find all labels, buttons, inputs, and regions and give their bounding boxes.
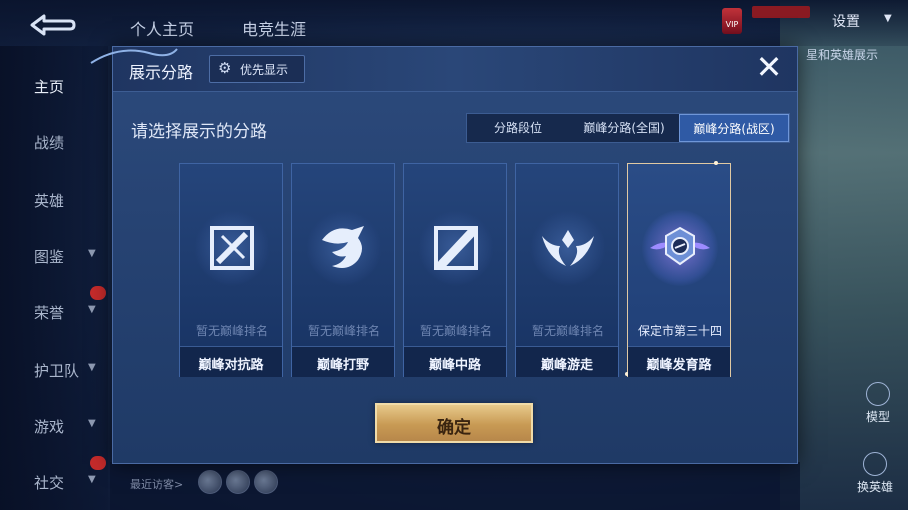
vip-icon: VIP bbox=[722, 8, 742, 34]
sidebar-item-stats[interactable]: 战绩 bbox=[0, 122, 108, 162]
tab-peak-lane-national[interactable]: 巅峰分路(全国) bbox=[569, 114, 679, 142]
sidebar-item-label: 图鉴 bbox=[34, 248, 65, 266]
lane-label-bar: 巅峰打野 bbox=[292, 346, 394, 377]
lane-label-bar: 巅峰发育路 bbox=[628, 346, 730, 377]
dialog-title: 展示分路 bbox=[129, 63, 194, 82]
confirm-label: 确定 bbox=[437, 418, 471, 438]
dialog-header: 展示分路 ⚙ 优先显示 ✕ bbox=[90, 47, 797, 92]
rank-status: 暂无巅峰排名 bbox=[195, 324, 268, 338]
sidebar-item-label: 护卫队 bbox=[34, 362, 80, 380]
sidebar-item-heroes[interactable]: 英雄 bbox=[0, 180, 108, 220]
model-label: 模型 bbox=[865, 410, 890, 424]
chevron-down-icon[interactable]: ▼ bbox=[88, 418, 96, 429]
avatar[interactable] bbox=[198, 470, 222, 494]
wings-icon bbox=[542, 230, 594, 266]
chevron-down-icon[interactable]: ▼ bbox=[88, 362, 96, 373]
chevron-down-icon[interactable]: ▼ bbox=[884, 13, 892, 24]
rank-status: 暂无巅峰排名 bbox=[531, 324, 604, 338]
tab-lane-rank[interactable]: 分路段位 bbox=[467, 114, 569, 142]
hero-background-art bbox=[780, 0, 908, 510]
lane-filter-tabs: 分路段位 巅峰分路(全国) 巅峰分路(战区) bbox=[466, 113, 790, 143]
sidebar-item-social[interactable]: 社交 ▼ bbox=[0, 456, 108, 502]
sidebar-item-game[interactable]: 游戏 ▼ bbox=[0, 406, 108, 446]
dragon-icon bbox=[322, 226, 364, 268]
rank-status: 暂无巅峰排名 bbox=[307, 324, 380, 338]
avatar[interactable] bbox=[254, 470, 278, 494]
lane-card-mid[interactable]: 暂无巅峰排名 巅峰中路 bbox=[403, 163, 507, 377]
lane-card-jungle[interactable]: 暂无巅峰排名 巅峰打野 bbox=[291, 163, 395, 377]
sidebar-item-label: 主页 bbox=[34, 78, 65, 96]
priority-display-label: 优先显示 bbox=[240, 63, 289, 77]
back-arrow-icon[interactable] bbox=[26, 12, 76, 38]
swap-hero-label: 换英雄 bbox=[856, 480, 893, 494]
lane-name: 巅峰游走 bbox=[540, 358, 593, 373]
vip-banner bbox=[752, 6, 810, 18]
staff-icon bbox=[434, 226, 478, 270]
lane-name: 巅峰打野 bbox=[316, 358, 369, 373]
tab-personal-home[interactable]: 个人主页 bbox=[130, 16, 194, 40]
hero-display-label: 星和英雄展示 bbox=[806, 48, 879, 62]
lane-label-bar: 巅峰游走 bbox=[516, 346, 618, 377]
chevron-down-icon[interactable]: ▼ bbox=[88, 304, 96, 315]
settings-button[interactable]: 设置 bbox=[832, 11, 860, 31]
swap-hero-button[interactable]: 换英雄 bbox=[855, 452, 895, 495]
model-button[interactable]: 模型 bbox=[858, 382, 898, 425]
lane-display-dialog: 展示分路 ⚙ 优先显示 ✕ 请选择展示的分路 分路段位 巅峰分路(全国) 巅峰分… bbox=[90, 46, 798, 464]
tab-peak-lane-region[interactable]: 巅峰分路(战区) bbox=[679, 114, 789, 142]
person-icon bbox=[866, 382, 890, 406]
winged-crest-icon bbox=[650, 226, 710, 266]
lane-label-bar: 巅峰对抗路 bbox=[180, 346, 282, 377]
sidebar-item-label: 游戏 bbox=[34, 418, 65, 436]
swap-icon bbox=[863, 452, 887, 476]
priority-display-button[interactable]: ⚙ 优先显示 bbox=[209, 55, 305, 83]
corner-sparkle bbox=[714, 161, 718, 165]
gear-icon: ⚙ bbox=[218, 59, 232, 77]
recent-visitors-link[interactable]: 最近访客> bbox=[130, 476, 183, 492]
sidebar-item-label: 荣誉 bbox=[34, 304, 65, 322]
rank-status: 保定市第三十四 bbox=[637, 324, 722, 338]
confirm-button[interactable]: 确定 bbox=[375, 403, 533, 443]
sidebar-item-label: 社交 bbox=[34, 474, 65, 492]
chevron-down-icon[interactable]: ▼ bbox=[88, 474, 96, 485]
sidebar-item-honor[interactable]: 荣誉 ▼ bbox=[0, 286, 108, 332]
sword-shield-icon bbox=[210, 226, 254, 270]
sidebar-item-codex[interactable]: 图鉴 ▼ bbox=[0, 236, 108, 276]
lane-card-top[interactable]: 暂无巅峰排名 巅峰对抗路 bbox=[179, 163, 283, 377]
new-badge bbox=[90, 456, 106, 470]
lane-label-bar: 巅峰中路 bbox=[404, 346, 506, 377]
avatar[interactable] bbox=[226, 470, 250, 494]
rank-status: 暂无巅峰排名 bbox=[419, 324, 492, 338]
new-badge bbox=[90, 286, 106, 300]
chevron-down-icon[interactable]: ▼ bbox=[88, 248, 96, 259]
sidebar-item-guard-team[interactable]: 护卫队 ▼ bbox=[0, 350, 108, 390]
select-lane-prompt: 请选择展示的分路 bbox=[131, 122, 267, 142]
sidebar-item-label: 战绩 bbox=[34, 134, 65, 152]
lane-name: 巅峰中路 bbox=[428, 358, 481, 373]
lane-card-farm[interactable]: 保定市第三十四 巅峰发育路 bbox=[625, 161, 731, 377]
lane-card-roam[interactable]: 暂无巅峰排名 巅峰游走 bbox=[515, 163, 619, 377]
lane-name: 巅峰对抗路 bbox=[198, 358, 264, 373]
tab-esports-career[interactable]: 电竞生涯 bbox=[242, 16, 306, 40]
lane-name: 巅峰发育路 bbox=[646, 358, 712, 373]
sidebar-item-label: 英雄 bbox=[34, 192, 65, 210]
close-icon[interactable]: ✕ bbox=[751, 49, 787, 85]
